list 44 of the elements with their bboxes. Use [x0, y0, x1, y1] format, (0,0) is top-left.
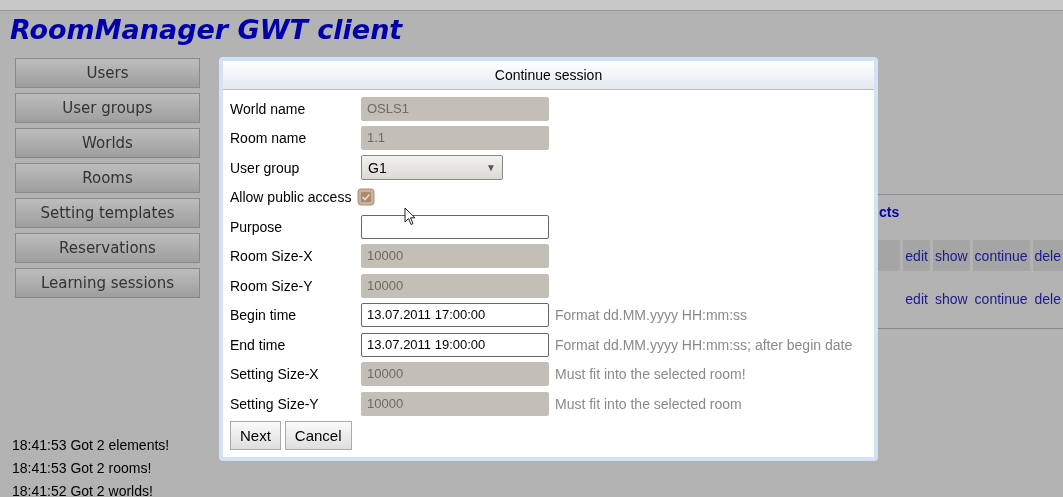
log-message: 18:41:52 Got 2 worlds! [12, 482, 154, 497]
dropdown[interactable]: G1 ▼ [361, 155, 503, 181]
field-hint: Must fit into the selected room [555, 395, 742, 412]
field-label: End time [230, 336, 287, 353]
field-hint: Format dd.MM.yyyy HH:mm:ss; after begin date [555, 336, 853, 353]
field-label: User group [230, 159, 301, 176]
field-label: Purpose [230, 218, 284, 235]
dialog-button[interactable]: Next [230, 420, 281, 450]
dialog-button[interactable]: Cancel [284, 420, 352, 450]
nav-button[interactable]: User groups [15, 93, 200, 123]
section-heading: cts [879, 204, 901, 222]
cursor-icon [404, 207, 416, 226]
log-message: 18:41:53 Got 2 elements! [12, 436, 170, 454]
table-link[interactable]: continue [972, 240, 1030, 271]
checkbox[interactable] [357, 188, 375, 207]
table-link[interactable]: show [932, 240, 970, 271]
field-label: Room Size-X [230, 248, 314, 265]
app-title: RoomManager GWT client [10, 13, 404, 47]
field-label: Setting Size-X [230, 366, 320, 383]
nav-button[interactable]: Learning sessions [15, 268, 200, 298]
nav-button[interactable]: Reservations [15, 233, 200, 263]
field-label: Room name [230, 130, 308, 147]
nav-button[interactable]: Rooms [15, 163, 200, 193]
field-label: Begin time [230, 307, 298, 324]
field-hint: Must fit into the selected room! [555, 366, 746, 383]
table-link[interactable]: dele [1032, 240, 1063, 271]
field-label: Room Size-Y [230, 277, 314, 294]
table-link[interactable]: show [932, 283, 970, 314]
nav-button[interactable]: Worlds [15, 128, 200, 158]
field-hint: Format dd.MM.yyyy HH:mm:ss [555, 307, 748, 324]
field-label: World name [230, 100, 307, 117]
dialog-title: Continue session [223, 62, 874, 90]
input-field[interactable] [361, 214, 549, 239]
table-link[interactable]: continue [972, 283, 1030, 314]
table-link[interactable]: edit [903, 283, 930, 314]
input-field[interactable]: 13.07.2011 19:00:00 [361, 332, 549, 357]
nav-button[interactable]: Users [15, 58, 200, 88]
nav-button[interactable]: Setting templates [15, 198, 200, 228]
table-link[interactable]: edit [903, 240, 930, 271]
log-message: 18:41:53 Got 2 rooms! [12, 459, 153, 477]
table-link[interactable]: dele [1032, 283, 1063, 314]
field-label: Allow public access [230, 189, 353, 206]
input-field[interactable]: 13.07.2011 17:00:00 [361, 303, 549, 328]
field-label: Setting Size-Y [230, 395, 320, 412]
